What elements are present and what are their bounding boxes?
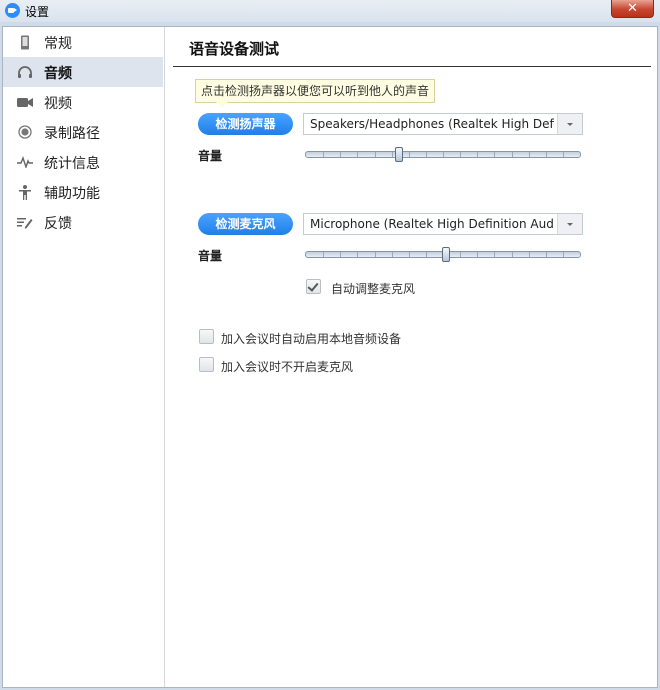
auto-join-audio-label: 加入会议时自动启用本地音频设备: [221, 332, 402, 346]
slider-tick: [477, 252, 479, 257]
slider-tick: [323, 252, 325, 257]
slider-tick: [545, 252, 547, 257]
slider-tick: [511, 152, 513, 157]
speaker-device-select[interactable]: Speakers/Headphones (Realtek High Defini…: [303, 113, 583, 135]
microphone-device-select[interactable]: Microphone (Realtek High Definition Audi…: [303, 213, 583, 235]
slider-tick: [511, 252, 513, 257]
slider-tick: [425, 152, 427, 157]
pulse-icon: [17, 154, 33, 170]
auto-adjust-mic-label: 自动调整麦克风: [331, 282, 416, 296]
dropdown-arrow-icon[interactable]: [557, 114, 582, 134]
slider-tick: [357, 252, 359, 257]
sidebar-item-audio[interactable]: 音频: [3, 57, 163, 87]
sidebar-item-video[interactable]: 视频: [3, 87, 163, 117]
window-title: 设置: [25, 5, 50, 19]
auto-join-audio-checkbox[interactable]: [199, 329, 214, 344]
slider-tick: [425, 252, 427, 257]
slider-tick: [494, 152, 496, 157]
slider-tick: [477, 152, 479, 157]
sidebar-item-statistics[interactable]: 统计信息: [3, 147, 163, 177]
slider-tick: [408, 152, 410, 157]
slider-tick: [528, 252, 530, 257]
dropdown-arrow-icon[interactable]: [557, 214, 582, 234]
slider-tick: [460, 152, 462, 157]
sidebar-item-general[interactable]: 常规: [3, 27, 163, 57]
microphone-volume-label: 音量: [198, 249, 223, 263]
phone-icon: [17, 34, 33, 50]
video-camera-icon: [17, 94, 33, 110]
slider-tick: [357, 152, 359, 157]
slider-tick: [374, 152, 376, 157]
microphone-volume-slider[interactable]: [305, 247, 581, 262]
slider-tick: [460, 252, 462, 257]
test-microphone-button[interactable]: 检测麦克风: [198, 213, 293, 235]
slider-tick: [562, 252, 564, 257]
slider-tick: [374, 252, 376, 257]
test-speaker-button[interactable]: 检测扬声器: [198, 113, 293, 135]
slider-tick: [443, 152, 444, 157]
speaker-device-value: Speakers/Headphones (Realtek High Defini…: [310, 117, 554, 131]
settings-sidebar: 常规 音频 视频 录制路径 统计信息 辅助功能 反馈: [3, 27, 165, 687]
check-mark-icon: [307, 280, 319, 292]
feedback-icon: [17, 214, 33, 230]
slider-tick: [391, 252, 393, 257]
page-title: 语音设备测试: [189, 40, 280, 58]
settings-window: 常规 音频 视频 录制路径 统计信息 辅助功能 反馈 语音设备测试 点击检测扬声…: [2, 26, 658, 688]
mute-mic-on-join-checkbox[interactable]: [199, 357, 214, 372]
slider-tick: [340, 252, 342, 257]
slider-tick: [494, 252, 496, 257]
speaker-volume-label: 音量: [198, 149, 223, 163]
mute-mic-on-join-label: 加入会议时不开启麦克风: [221, 360, 354, 374]
record-icon: [17, 124, 33, 140]
close-button[interactable]: ✕: [611, 0, 654, 18]
slider-tick: [408, 252, 410, 257]
sidebar-item-recording[interactable]: 录制路径: [3, 117, 163, 147]
speaker-test-tooltip: 点击检测扬声器以便您可以听到他人的声音: [195, 79, 436, 108]
slider-tick: [391, 152, 393, 157]
speaker-volume-slider[interactable]: [305, 147, 581, 162]
slider-tick: [562, 152, 564, 157]
microphone-device-value: Microphone (Realtek High Definition Audi…: [310, 217, 554, 231]
speaker-volume-thumb[interactable]: [395, 147, 404, 162]
slider-tick: [340, 152, 342, 157]
accessibility-icon: [17, 184, 33, 200]
slider-tick: [323, 152, 325, 157]
slider-tick: [545, 152, 547, 157]
title-bar: 设置 ✕: [0, 0, 660, 22]
microphone-volume-thumb[interactable]: [441, 247, 450, 262]
audio-settings-panel: 语音设备测试 点击检测扬声器以便您可以听到他人的声音 检测扬声器 Speaker…: [165, 27, 657, 687]
title-divider: [173, 66, 651, 67]
sidebar-item-feedback[interactable]: 反馈: [3, 207, 163, 237]
zoom-app-icon: [5, 3, 20, 18]
sidebar-item-accessibility[interactable]: 辅助功能: [3, 177, 163, 207]
headphones-icon: [17, 64, 33, 80]
auto-adjust-mic-checkbox[interactable]: [306, 279, 321, 294]
slider-tick: [528, 152, 530, 157]
